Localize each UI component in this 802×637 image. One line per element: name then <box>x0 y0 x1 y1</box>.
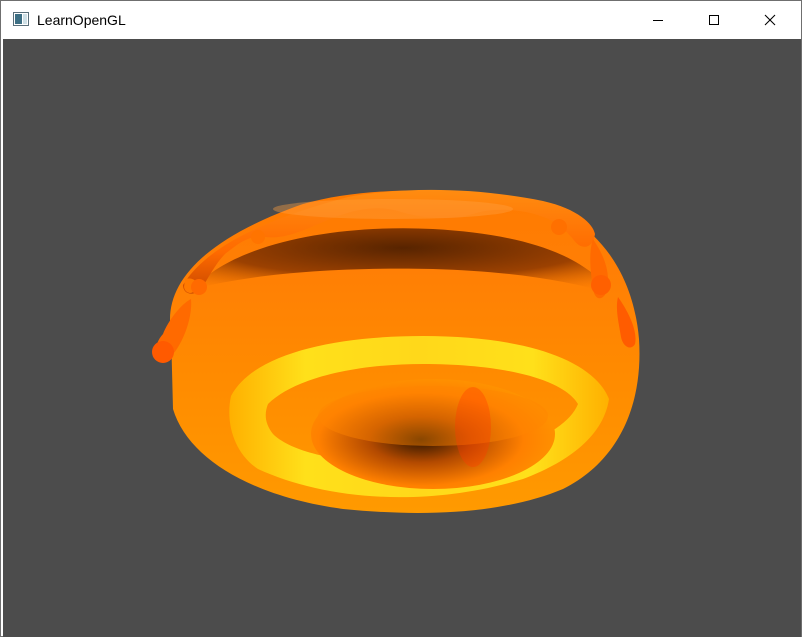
close-icon <box>764 14 776 25</box>
maximize-button[interactable] <box>691 1 737 38</box>
minimize-button[interactable] <box>635 1 681 38</box>
maximize-icon <box>709 14 719 25</box>
close-button[interactable] <box>747 1 793 38</box>
minimize-icon <box>653 19 663 21</box>
opengl-viewport[interactable] <box>3 39 801 637</box>
app-window: LearnOpenGL <box>0 0 802 637</box>
donut-model <box>152 189 640 513</box>
title-bar[interactable]: LearnOpenGL <box>1 1 801 38</box>
window-title: LearnOpenGL <box>37 12 126 28</box>
app-window-icon <box>13 12 29 26</box>
